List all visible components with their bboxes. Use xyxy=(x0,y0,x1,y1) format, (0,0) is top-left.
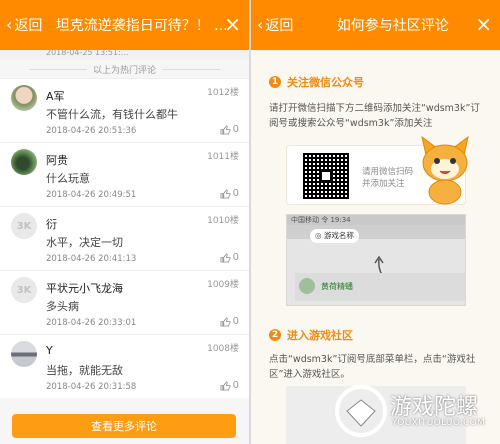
comment-item: 阿贵 1011楼 什么玩意 2018-04-26 20:49:51 0 xyxy=(0,142,249,206)
search-bubble-text: 游戏名称 xyxy=(323,231,354,240)
comment-floor: 1008楼 xyxy=(207,344,239,354)
ticker-text: 2018-04-25 13:51:... xyxy=(0,50,249,60)
close-button[interactable]: × xyxy=(224,14,241,34)
search-bubble: ◎ 游戏名称 xyxy=(310,229,359,243)
thumbs-up-icon xyxy=(220,316,231,327)
step-2-title: 进入游戏社区 xyxy=(287,329,353,342)
comments-screen: ‹ 返回 坦克流逆袭指日可待？！ ... × 2018-04-25 13:51:… xyxy=(0,0,249,444)
back-button[interactable]: ‹ 返回 xyxy=(6,15,42,35)
top-bar: ‹ 返回 坦克流逆袭指日可待？！ ... × xyxy=(0,0,249,50)
comment-item: 3K 衍 1010楼 水平，决定一切 2018-04-26 20:41:13 0 xyxy=(0,206,249,270)
account-name: 黄荷精蟠 xyxy=(321,282,353,291)
thumbs-up-icon xyxy=(220,380,231,391)
qr-hint: 请用微信扫码 并添加关注 xyxy=(362,167,414,189)
comment-author: 衍 xyxy=(46,218,57,231)
close-icon: × xyxy=(475,12,492,36)
step-2-heading: 2 进入游戏社区 xyxy=(269,327,353,343)
comment-item: A军 1012楼 不管什么流，有钱什么都牛 2018-04-26 20:51:3… xyxy=(0,78,249,142)
thumbs-up-icon xyxy=(220,124,231,135)
step-2-description: 点击“wdsm3k”订阅号底部菜单栏，点击“游戏社区”进入游戏社区。 xyxy=(269,354,476,380)
default-avatar-icon[interactable]: 3K xyxy=(11,213,37,239)
comment-time: 2018-04-26 20:41:13 xyxy=(46,254,137,264)
back-button[interactable]: ‹ 返回 xyxy=(257,15,293,35)
page-title: 坦克流逆袭指日可待？！ ... xyxy=(55,18,228,34)
like-button[interactable]: 0 xyxy=(220,380,239,391)
chevron-left-icon: ‹ xyxy=(6,15,13,34)
like-count: 0 xyxy=(232,124,239,135)
like-button[interactable]: 0 xyxy=(220,188,239,199)
watermark-url: YOUXITUOLUO.COM xyxy=(392,418,486,428)
comment-floor: 1011楼 xyxy=(207,152,239,162)
comment-text: 水平，决定一切 xyxy=(46,236,123,249)
step-1-title: 关注微信公众号 xyxy=(287,76,364,89)
close-icon: × xyxy=(224,12,241,36)
comment-list: A军 1012楼 不管什么流，有钱什么都牛 2018-04-26 20:51:3… xyxy=(0,78,249,398)
like-button[interactable]: 0 xyxy=(220,124,239,135)
status-bar: 中国移动 令 19:34 xyxy=(287,215,465,225)
like-button[interactable]: 0 xyxy=(220,316,239,327)
like-count: 0 xyxy=(232,380,239,391)
comment-text: 多头病 xyxy=(46,300,79,313)
fox-mascot-icon xyxy=(421,135,469,205)
thumbs-up-icon xyxy=(220,188,231,199)
avatar[interactable] xyxy=(11,85,37,111)
page-title: 如何参与社区评论 xyxy=(336,18,449,34)
like-count: 0 xyxy=(232,316,239,327)
comment-floor: 1009楼 xyxy=(207,280,239,290)
comment-time: 2018-04-26 20:33:01 xyxy=(46,318,137,328)
view-more-comments-button[interactable]: 查看更多评论 xyxy=(12,414,236,438)
close-button[interactable]: × xyxy=(475,14,492,34)
comment-text: 什么玩意 xyxy=(46,172,90,185)
comment-time: 2018-04-26 20:49:51 xyxy=(46,190,137,200)
account-avatar xyxy=(299,278,315,294)
comment-author: A军 xyxy=(46,90,65,103)
screenshot-pair: ‹ 返回 坦克流逆袭指日可待？！ ... × 2018-04-25 13:51:… xyxy=(0,0,500,444)
comment-author: 阿贵 xyxy=(46,154,68,167)
watermark-title: 游戏陀螺 xyxy=(390,395,479,420)
step-1-number: 1 xyxy=(269,76,281,88)
like-count: 0 xyxy=(232,188,239,199)
comment-author: Y xyxy=(46,344,53,357)
like-count: 0 xyxy=(232,252,239,263)
hot-comments-divider: 以上为热门评论 xyxy=(0,60,249,78)
comment-time: 2018-04-26 20:31:58 xyxy=(46,382,137,392)
spinning-top-logo-icon xyxy=(335,385,387,437)
comment-floor: 1012楼 xyxy=(207,88,239,98)
avatar[interactable] xyxy=(11,341,37,367)
like-button[interactable]: 0 xyxy=(220,252,239,263)
comment-floor: 1010楼 xyxy=(207,216,239,226)
step-1-description: 请打开微信扫描下方二维码添加关注“wdsm3k”订阅号或搜索公众号“wdsm3k… xyxy=(269,103,480,129)
comment-author: 平状元小飞龙海 xyxy=(46,282,123,295)
instructions-screen: ‹ 返回 如何参与社区评论 × 1 关注微信公众号 请打开微信扫描下方二维码添加… xyxy=(251,0,500,444)
comment-text: 当拖，就能无敌 xyxy=(46,364,123,377)
comment-item: Y 1008楼 当拖，就能无敌 2018-04-26 20:31:58 0 xyxy=(0,334,249,398)
watermark: 游戏陀螺 YOUXITUOLUO.COM xyxy=(334,384,500,444)
comment-item: 3K 平状元小飞龙海 1009楼 多头病 2018-04-26 20:33:01… xyxy=(0,270,249,334)
thumbs-up-icon xyxy=(220,252,231,263)
search-result-row: 黄荷精蟠 xyxy=(295,273,465,301)
avatar[interactable] xyxy=(11,149,37,175)
top-bar: ‹ 返回 如何参与社区评论 × xyxy=(251,0,500,50)
back-label: 返回 xyxy=(265,18,294,34)
step-1-heading: 1 关注微信公众号 xyxy=(269,74,364,90)
qr-code xyxy=(303,153,349,199)
back-label: 返回 xyxy=(14,18,43,34)
comment-time: 2018-04-26 20:51:36 xyxy=(46,126,137,136)
wechat-search-screenshot: 中国移动 令 19:34 ◎ 游戏名称 黄荷精蟠 xyxy=(286,214,466,306)
comment-text: 不管什么流，有钱什么都牛 xyxy=(46,108,178,121)
chevron-left-icon: ‹ xyxy=(257,15,264,34)
default-avatar-icon[interactable]: 3K xyxy=(11,277,37,303)
step-2-number: 2 xyxy=(269,329,281,341)
